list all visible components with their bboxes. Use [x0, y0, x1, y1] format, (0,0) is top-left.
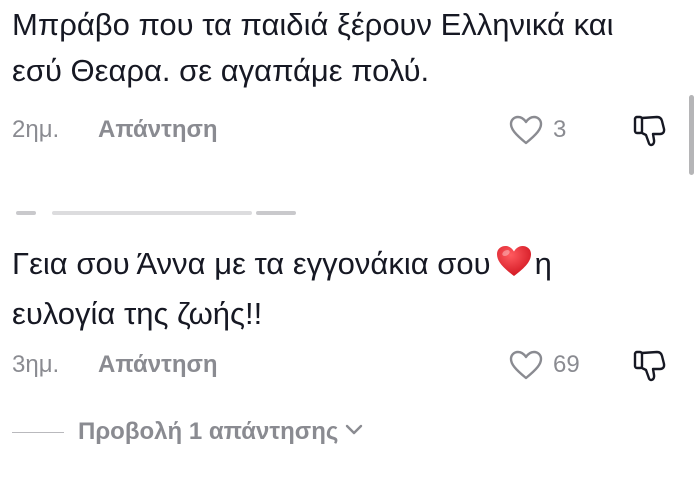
reply-button[interactable]: Απάντηση — [98, 112, 218, 148]
comment-text-segment: Γεια σου Άννα με τα εγγονάκια σου — [12, 246, 491, 281]
comment-text-segment: η — [534, 246, 552, 281]
red-heart-emoji-icon — [495, 244, 533, 291]
divider — [12, 431, 64, 433]
comment-text: Μπράβο που τα παιδιά ξέρουν Ελληνικά και… — [12, 2, 614, 94]
dislike-button[interactable] — [632, 347, 668, 383]
like-count: 3 — [553, 116, 567, 143]
thumbs-down-icon — [632, 112, 668, 148]
reply-button[interactable]: Απάντηση — [98, 347, 218, 383]
like-button[interactable]: 69 — [509, 347, 580, 383]
comment-text: Γεια σου Άννα με τα εγγονάκια σου η ευλο… — [12, 241, 552, 337]
view-replies-label[interactable]: Προβολή 1 απάντησης — [78, 418, 338, 446]
heart-outline-icon — [509, 350, 543, 380]
comment-text-line: Γεια σου Άννα με τα εγγονάκια σου η — [12, 241, 552, 291]
view-replies[interactable]: Προβολή 1 απάντησης — [12, 414, 364, 450]
comment-meta: 2ημ. Απάντηση 3 — [12, 112, 692, 148]
dislike-button[interactable] — [632, 112, 668, 148]
comments-panel: Μπράβο που τα παιδιά ξέρουν Ελληνικά και… — [0, 0, 700, 477]
heart-outline-icon — [509, 115, 543, 145]
comment-text-line: ευλογία της ζωής!! — [12, 296, 263, 331]
comment-text-line: εσύ Θεαρα. σε αγαπάμε πολύ. — [12, 53, 430, 88]
scrollbar[interactable] — [689, 95, 694, 175]
comment-time: 2ημ. — [12, 116, 60, 143]
comment-time: 3ημ. — [12, 351, 60, 378]
comment-meta: 3ημ. Απάντηση 69 — [12, 347, 692, 383]
thumbs-down-icon — [632, 347, 668, 383]
comment-text-line: Μπράβο που τα παιδιά ξέρουν Ελληνικά και — [12, 7, 614, 42]
comment-username-cut — [12, 203, 302, 223]
chevron-down-icon[interactable] — [344, 423, 364, 442]
like-button[interactable]: 3 — [509, 112, 566, 148]
like-count: 69 — [553, 351, 580, 378]
